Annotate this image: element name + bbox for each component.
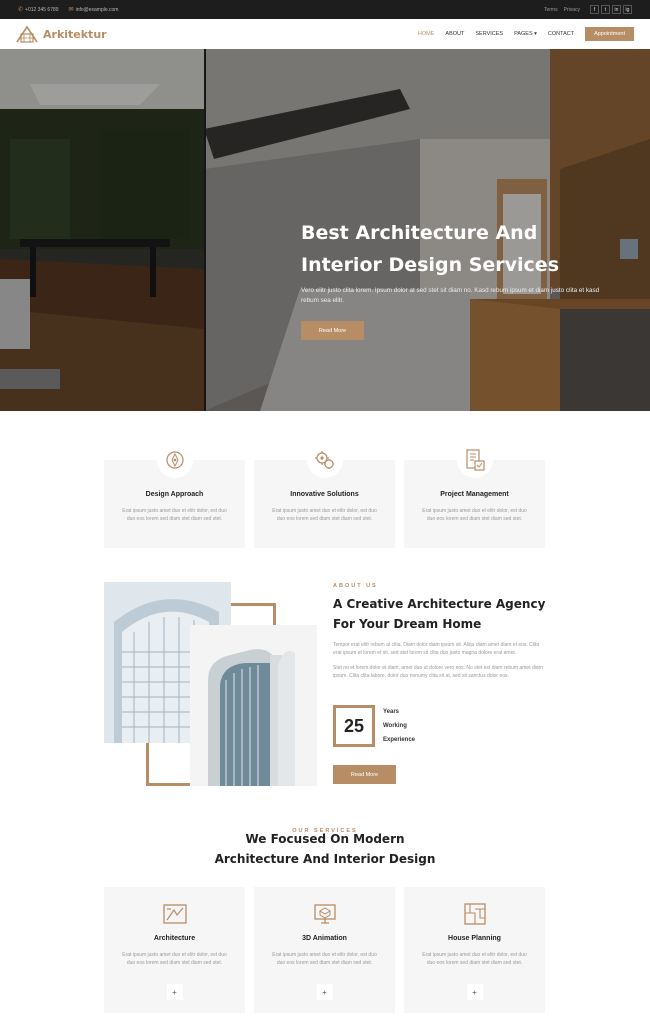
- about-title: A Creative Architecture Agency For Your …: [333, 597, 546, 631]
- years-experience: 25 Years Working Experience: [333, 705, 415, 747]
- services-title-line: We Focused On Modern: [245, 832, 405, 846]
- chevron-down-icon: ▾: [534, 31, 537, 37]
- appointment-button[interactable]: Appointment: [585, 27, 634, 41]
- navbar: Arkitektur HOME ABOUT SERVICES PAGES ▾ C…: [0, 19, 650, 49]
- design-approach-icon: [156, 442, 193, 478]
- nav-services[interactable]: SERVICES: [475, 31, 503, 37]
- feature-card-project-management: Project Management Erat ipsum justo amet…: [404, 442, 545, 548]
- about-paragraph-2: Stet no et lorem dolor et diam, amet duo…: [333, 665, 543, 679]
- about-paragraph-1: Tempor erat elitr rebum at clita. Diam d…: [333, 642, 540, 656]
- terms-link[interactable]: Terms: [544, 7, 558, 13]
- service-card-architecture: Architecture Erat ipsum justo amet duo e…: [104, 887, 245, 1013]
- years-number: 25: [333, 705, 375, 747]
- service-text: Erat ipsum justo amet duo et elitr dolor…: [422, 952, 527, 966]
- feature-text: Erat ipsum justo amet duo et elitr dolor…: [272, 508, 377, 522]
- feature-text: Erat ipsum justo amet duo et elitr dolor…: [122, 508, 227, 522]
- years-label: Years Working Experience: [383, 705, 415, 747]
- years-label-line: Working: [383, 723, 407, 729]
- brand-name: Arkitektur: [43, 27, 107, 41]
- top-bar: ✆ +012 345 6789 ✉ info@example.com Terms P…: [0, 0, 650, 19]
- service-plus-button[interactable]: +: [166, 984, 183, 1000]
- gears-icon: [306, 442, 343, 478]
- topbar-contact: ✆ +012 345 6789 ✉ info@example.com: [18, 6, 118, 13]
- nav-home[interactable]: HOME: [418, 31, 435, 37]
- topbar-right: Terms Privacy f t in ig: [544, 5, 632, 14]
- privacy-link[interactable]: Privacy: [564, 7, 580, 13]
- feature-title: Design Approach: [145, 491, 204, 498]
- email-text: info@example.com: [75, 7, 119, 13]
- hero-text: Vero elitr justo clita lorem. Ipsum dolo…: [301, 287, 600, 304]
- phone-icon: ✆: [18, 7, 24, 13]
- project-management-icon: [456, 442, 493, 478]
- email-contact[interactable]: ✉ info@example.com: [69, 6, 119, 13]
- service-card-house-planning: House Planning Erat ipsum justo amet duo…: [404, 887, 545, 1013]
- services-title: We Focused On Modern Architecture And In…: [0, 829, 650, 869]
- hero-title: Best Architecture And Interior Design Se…: [301, 222, 560, 276]
- linkedin-icon[interactable]: in: [612, 5, 621, 14]
- envelope-icon: ✉: [68, 7, 74, 13]
- nav-pages[interactable]: PAGES ▾: [514, 31, 537, 37]
- main-menu: HOME ABOUT SERVICES PAGES ▾ CONTACT Appo…: [418, 27, 634, 41]
- service-title: Architecture: [153, 935, 196, 942]
- services-title-line: Architecture And Interior Design: [214, 852, 436, 866]
- architecture-icon: [162, 901, 188, 927]
- hero-carousel: Best Architecture And Interior Design Se…: [0, 49, 650, 411]
- about-images: [104, 582, 317, 787]
- about-kicker: ABOUT US: [333, 583, 378, 589]
- service-card-3d-animation: 3D Animation Erat ipsum justo amet duo e…: [254, 887, 395, 1013]
- feature-title: Innovative Solutions: [290, 491, 359, 498]
- service-text: Erat ipsum justo amet duo et elitr dolor…: [272, 952, 377, 966]
- feature-card-innovative-solutions: Innovative Solutions Erat ipsum justo am…: [254, 442, 395, 548]
- nav-contact[interactable]: CONTACT: [548, 31, 574, 37]
- feature-title: Project Management: [440, 491, 509, 498]
- phone-text: +012 345 6789: [25, 7, 59, 13]
- service-plus-button[interactable]: +: [316, 984, 333, 1000]
- years-label-line: Experience: [383, 737, 416, 743]
- about-building-image-2: [190, 625, 317, 786]
- about-text: ABOUT US A Creative Architecture Agency …: [333, 583, 548, 680]
- nav-pages-label: PAGES: [514, 31, 533, 37]
- hero-read-more-button[interactable]: Read More: [301, 321, 364, 340]
- 3d-animation-icon: [312, 901, 338, 927]
- phone-contact[interactable]: ✆ +012 345 6789: [18, 6, 59, 13]
- service-plus-button[interactable]: +: [466, 984, 483, 1000]
- house-planning-icon: [462, 901, 488, 927]
- service-text: Erat ipsum justo amet duo et elitr dolor…: [122, 952, 227, 966]
- feature-text: Erat ipsum justo amet duo et elitr dolor…: [422, 508, 527, 522]
- social-links: f t in ig: [590, 5, 632, 14]
- years-label-line: Years: [383, 709, 400, 715]
- facebook-icon[interactable]: f: [590, 5, 599, 14]
- service-title: 3D Animation: [302, 935, 347, 942]
- service-title: House Planning: [448, 935, 501, 942]
- instagram-icon[interactable]: ig: [623, 5, 632, 14]
- twitter-icon[interactable]: t: [601, 5, 610, 14]
- about-read-more-button[interactable]: Read More: [333, 765, 396, 784]
- nav-about[interactable]: ABOUT: [445, 31, 464, 37]
- brand[interactable]: Arkitektur: [16, 25, 107, 43]
- brand-logo-icon: [16, 25, 38, 43]
- feature-card-design-approach: Design Approach Erat ipsum justo amet du…: [104, 442, 245, 548]
